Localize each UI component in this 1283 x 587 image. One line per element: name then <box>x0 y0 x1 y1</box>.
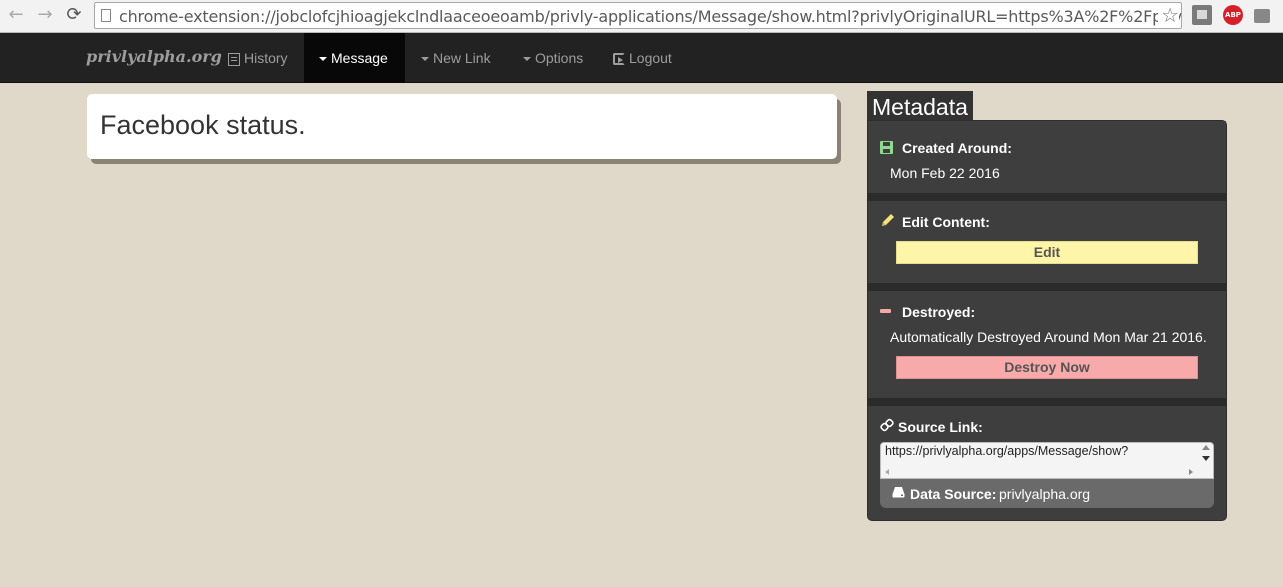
nav-item-history[interactable]: History <box>213 33 303 83</box>
nav-item-label: New Link <box>433 50 491 66</box>
nav-item-label: Logout <box>629 50 672 66</box>
adblock-icon[interactable]: ABP <box>1223 5 1243 25</box>
extension-icon[interactable] <box>1254 9 1270 23</box>
nav-item-label: Options <box>535 50 584 66</box>
edit-section: Edit Content: Edit <box>868 201 1226 283</box>
address-bar[interactable]: chrome-extension://jobclofcjhioagjekclnd… <box>94 2 1182 29</box>
edit-button[interactable]: Edit <box>896 241 1198 264</box>
destroyed-label: Destroyed: <box>902 304 976 320</box>
nav-item-new-link[interactable]: New Link <box>406 33 506 83</box>
site-navbar: privlyalpha.org History Message New Link… <box>0 33 1283 83</box>
edit-label: Edit Content: <box>902 214 990 230</box>
forward-arrow-icon[interactable]: → <box>34 4 56 26</box>
back-arrow-icon[interactable]: ← <box>5 4 27 26</box>
nav-item-message[interactable]: Message <box>304 33 405 83</box>
bookmark-star-icon[interactable]: ☆ <box>1158 4 1179 26</box>
caret-down-icon <box>421 57 429 62</box>
reload-icon[interactable]: ⟳ <box>63 4 85 26</box>
caret-down-icon <box>319 57 327 62</box>
extension-icon[interactable] <box>1192 5 1212 25</box>
save-icon <box>880 141 893 154</box>
created-label: Created Around: <box>902 140 1012 156</box>
section-divider <box>868 283 1226 291</box>
vertical-scrollbar[interactable] <box>1199 443 1213 478</box>
scroll-left-icon[interactable] <box>885 469 889 475</box>
nav-item-logout[interactable]: Logout <box>598 33 687 83</box>
pencil-icon <box>882 214 894 226</box>
source-label: Source Link: <box>898 419 983 435</box>
message-card: Facebook status. <box>87 94 837 159</box>
scroll-down-icon[interactable] <box>1202 456 1210 461</box>
browser-toolbar: ← → ⟳ chrome-extension://jobclofcjhioagj… <box>0 0 1283 33</box>
source-link-value[interactable]: https://privlyalpha.org/apps/Message/sho… <box>885 444 1128 458</box>
minus-icon <box>880 309 891 313</box>
metadata-title: Metadata <box>867 91 973 121</box>
source-link-textarea[interactable]: https://privlyalpha.org/apps/Message/sho… <box>880 442 1214 479</box>
link-icon <box>880 418 894 432</box>
brand-logo[interactable]: privlyalpha.org <box>86 47 222 66</box>
caret-down-icon <box>523 57 531 62</box>
section-divider <box>868 398 1226 406</box>
list-icon <box>228 52 240 66</box>
message-text: Facebook status. <box>100 110 306 140</box>
metadata-panel: Created Around: Mon Feb 22 2016 Edit Con… <box>867 120 1227 521</box>
created-section: Created Around: Mon Feb 22 2016 <box>868 121 1226 193</box>
url-text[interactable]: chrome-extension://jobclofcjhioagjekclnd… <box>119 7 1181 26</box>
page-icon <box>101 9 111 22</box>
created-value: Mon Feb 22 2016 <box>890 165 1000 181</box>
nav-item-label: History <box>244 50 288 66</box>
destroy-now-button[interactable]: Destroy Now <box>896 356 1198 379</box>
scroll-right-icon[interactable] <box>1189 469 1193 475</box>
nav-item-options[interactable]: Options <box>508 33 598 83</box>
destroyed-section: Destroyed: Automatically Destroyed Aroun… <box>868 291 1226 398</box>
data-source-bar: Data Source: privlyalpha.org <box>880 479 1214 508</box>
hdd-icon <box>892 487 905 498</box>
logout-icon <box>613 53 625 66</box>
data-source-value: privlyalpha.org <box>999 486 1091 502</box>
section-divider <box>868 193 1226 201</box>
destroyed-value: Automatically Destroyed Around Mon Mar 2… <box>890 329 1207 345</box>
nav-item-label: Message <box>331 50 388 66</box>
data-source-label: Data Source: <box>910 486 997 502</box>
scroll-up-icon[interactable] <box>1202 445 1210 450</box>
